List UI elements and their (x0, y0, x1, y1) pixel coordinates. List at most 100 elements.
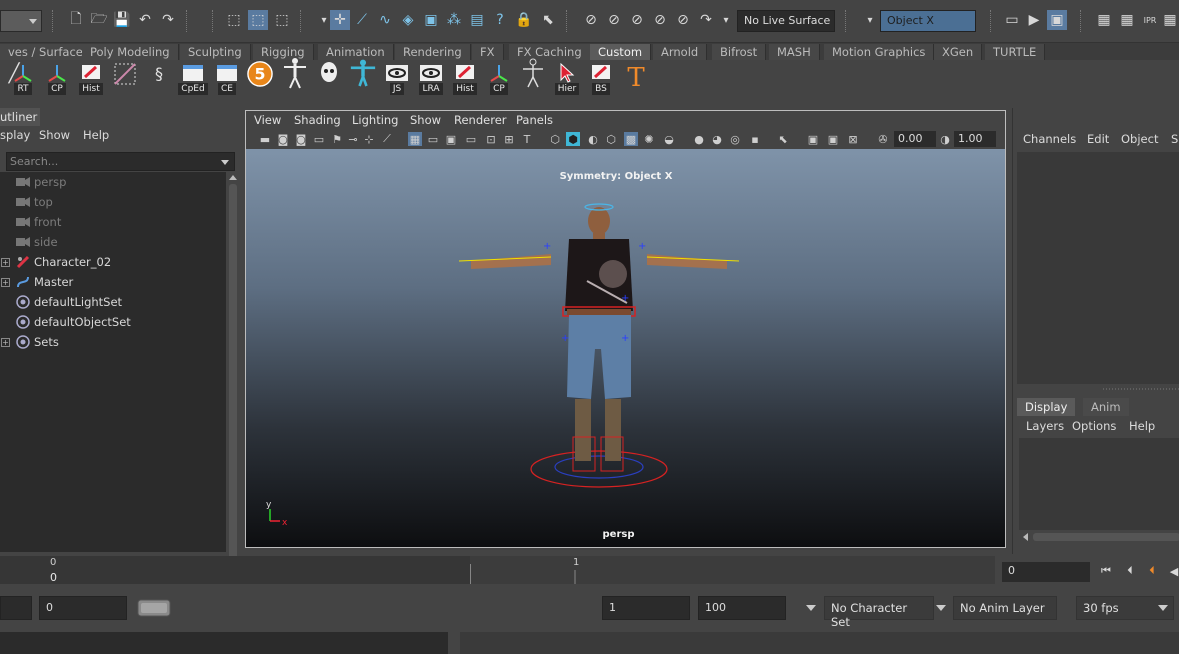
select-rendering-icon[interactable]: ▤ (467, 10, 487, 30)
control-cross-icon[interactable]: + (638, 241, 646, 252)
menu-set-dropdown[interactable] (0, 10, 42, 32)
fps-dropdown-icon[interactable] (1158, 605, 1168, 611)
shelf-button-cp-2[interactable]: CP (485, 62, 513, 96)
go-to-start-icon[interactable]: ⏮ (1098, 564, 1114, 578)
playback-end-field[interactable]: 1 (602, 596, 690, 620)
outliner-item-sets[interactable]: + Sets (0, 332, 226, 352)
control-cross-icon[interactable]: + (621, 333, 629, 344)
hud-text-icon[interactable]: T (520, 132, 534, 146)
tab-mash[interactable]: MASH (769, 44, 820, 61)
grease-pencil-icon[interactable]: ⊸ (346, 132, 360, 146)
safe-action-icon[interactable]: ⊡ (484, 132, 498, 146)
shelf-button-python[interactable]: § (145, 62, 173, 96)
tab-arnold[interactable]: Arnold (653, 44, 708, 61)
shelf-button-text[interactable]: T (621, 62, 651, 96)
animation-start-field[interactable] (0, 596, 32, 620)
outliner-search-input[interactable]: Search... (6, 152, 235, 171)
camera-attributes-icon[interactable]: ◙ (276, 132, 290, 146)
viewport-menu-view[interactable]: View (254, 113, 281, 127)
screen-space-ao-icon[interactable]: ● (692, 132, 706, 146)
select-surfaces-icon[interactable]: ◈ (398, 10, 418, 30)
shelf-button-rt[interactable]: RT (9, 62, 37, 96)
render-sequence-icon[interactable]: ▦ (1160, 10, 1179, 30)
2d-pan-zoom-icon[interactable]: ⚑ (330, 132, 344, 146)
isolate-select-icon[interactable]: ⬉ (776, 132, 790, 146)
tab-anim-layers[interactable]: Anim (1083, 398, 1129, 416)
shelf-button-tpose[interactable] (349, 59, 377, 96)
open-scene-icon[interactable]: 🗁 (89, 10, 109, 30)
control-cross-icon[interactable]: + (621, 293, 629, 304)
anti-aliasing-icon[interactable]: ◎ (728, 132, 742, 146)
gamma-icon[interactable]: ◑ (938, 132, 952, 146)
panel-resize-handle[interactable] (1103, 386, 1179, 392)
shelf-button-hier[interactable]: Hier (553, 62, 581, 96)
outliner-item-side[interactable]: side (0, 232, 226, 252)
shelf-button-five[interactable]: 5 (246, 61, 274, 96)
viewport-menu-renderer[interactable]: Renderer (454, 113, 507, 127)
tab-rendering[interactable]: Rendering (395, 44, 471, 61)
command-line-input[interactable] (0, 632, 448, 654)
current-frame-field[interactable]: 0 (1002, 562, 1090, 582)
shelf-button-cp[interactable]: CP (43, 62, 71, 96)
shelf-button-skeleton[interactable] (519, 58, 547, 96)
highlight-selection-icon[interactable]: ⬉ (538, 10, 558, 30)
play-backwards-icon[interactable]: ◀ (1166, 564, 1179, 578)
select-hierarchy-icon[interactable]: ⬚ (224, 10, 244, 30)
snap-view-plane-icon[interactable]: ⊘ (650, 10, 670, 30)
layer-menu-help[interactable]: Help (1129, 419, 1155, 433)
control-cross-icon[interactable]: + (561, 333, 569, 344)
character-set-field[interactable]: No Character Set (824, 596, 934, 629)
snap-live-icon[interactable]: ⊘ (673, 10, 693, 30)
select-handles-icon[interactable]: ✛ (330, 10, 350, 30)
exposure-field[interactable]: 0.00 (894, 131, 936, 147)
shelf-button-hist-2[interactable]: Hist (451, 62, 479, 96)
channel-menu-edit[interactable]: Edit (1087, 132, 1109, 146)
viewport-menu-shading[interactable]: Shading (294, 113, 341, 127)
new-scene-icon[interactable]: 🗋 (66, 10, 86, 30)
save-scene-icon[interactable]: 💾 (112, 10, 132, 30)
lights-icon[interactable]: ✺ (642, 132, 656, 146)
grid-toggle-icon[interactable]: ⊹ (362, 132, 376, 146)
outliner-item-character-02[interactable]: + Character_02 (0, 252, 226, 272)
resolution-gate-icon[interactable]: ▭ (426, 132, 440, 146)
shelf-button-lra[interactable]: LRA (417, 62, 445, 96)
redo-icon[interactable]: ↷ (158, 10, 178, 30)
animation-end-field[interactable]: 100 (698, 596, 786, 620)
tab-poly-modeling[interactable]: Poly Modeling (82, 44, 179, 61)
character-model[interactable]: + + + + + (451, 199, 751, 499)
tab-turtle[interactable]: TURTLE (985, 44, 1046, 61)
channel-box-content[interactable] (1017, 152, 1179, 384)
anim-layer-field[interactable]: No Anim Layer (953, 596, 1057, 620)
expand-icon[interactable]: + (1, 277, 10, 287)
tab-custom[interactable]: Custom (590, 44, 652, 61)
outliner-item-front[interactable]: front (0, 212, 226, 232)
shelf-button-ce[interactable]: CE (213, 62, 241, 96)
channel-menu-channels[interactable]: Channels (1023, 132, 1076, 146)
viewport-menu-panels[interactable]: Panels (516, 113, 553, 127)
snap-curve-icon[interactable]: ⊘ (604, 10, 624, 30)
shelf-button-bs[interactable]: BS (587, 62, 615, 96)
depth-of-field-icon[interactable]: ▪ (748, 132, 762, 146)
show-grid-icon[interactable]: ▦ (408, 132, 422, 146)
select-joints-icon[interactable]: ⟋ (352, 10, 372, 30)
layer-menu-options[interactable]: Options (1072, 419, 1116, 433)
tab-bifrost[interactable]: Bifrost (712, 44, 767, 61)
outliner-item-persp[interactable]: persp (0, 172, 226, 192)
select-dynamics-icon[interactable]: ⁂ (444, 10, 464, 30)
shelf-button-cped[interactable]: CpEd (178, 62, 208, 96)
select-deformations-icon[interactable]: ▣ (421, 10, 441, 30)
shelf-button-humanik[interactable] (281, 58, 309, 96)
xray-icon[interactable]: ▣ (806, 132, 820, 146)
expand-icon[interactable]: + (1, 257, 10, 267)
shadows-icon[interactable]: ◒ (662, 132, 676, 146)
ipr-render-toggle-icon[interactable]: ▣ (1047, 10, 1067, 30)
viewport-menu-show[interactable]: Show (410, 113, 441, 127)
character-set-dropdown-icon[interactable] (806, 605, 816, 611)
gate-mask-icon[interactable]: ▣ (444, 132, 458, 146)
outliner-menu-show[interactable]: Show (39, 128, 70, 142)
select-misc-icon[interactable]: ? (490, 10, 510, 30)
symmetry-field[interactable]: Object X (880, 10, 976, 32)
exposure-icon[interactable]: ✇ (876, 132, 890, 146)
default-material-icon[interactable]: ◐ (586, 132, 600, 146)
outliner-menu-display[interactable]: splay (0, 128, 30, 142)
